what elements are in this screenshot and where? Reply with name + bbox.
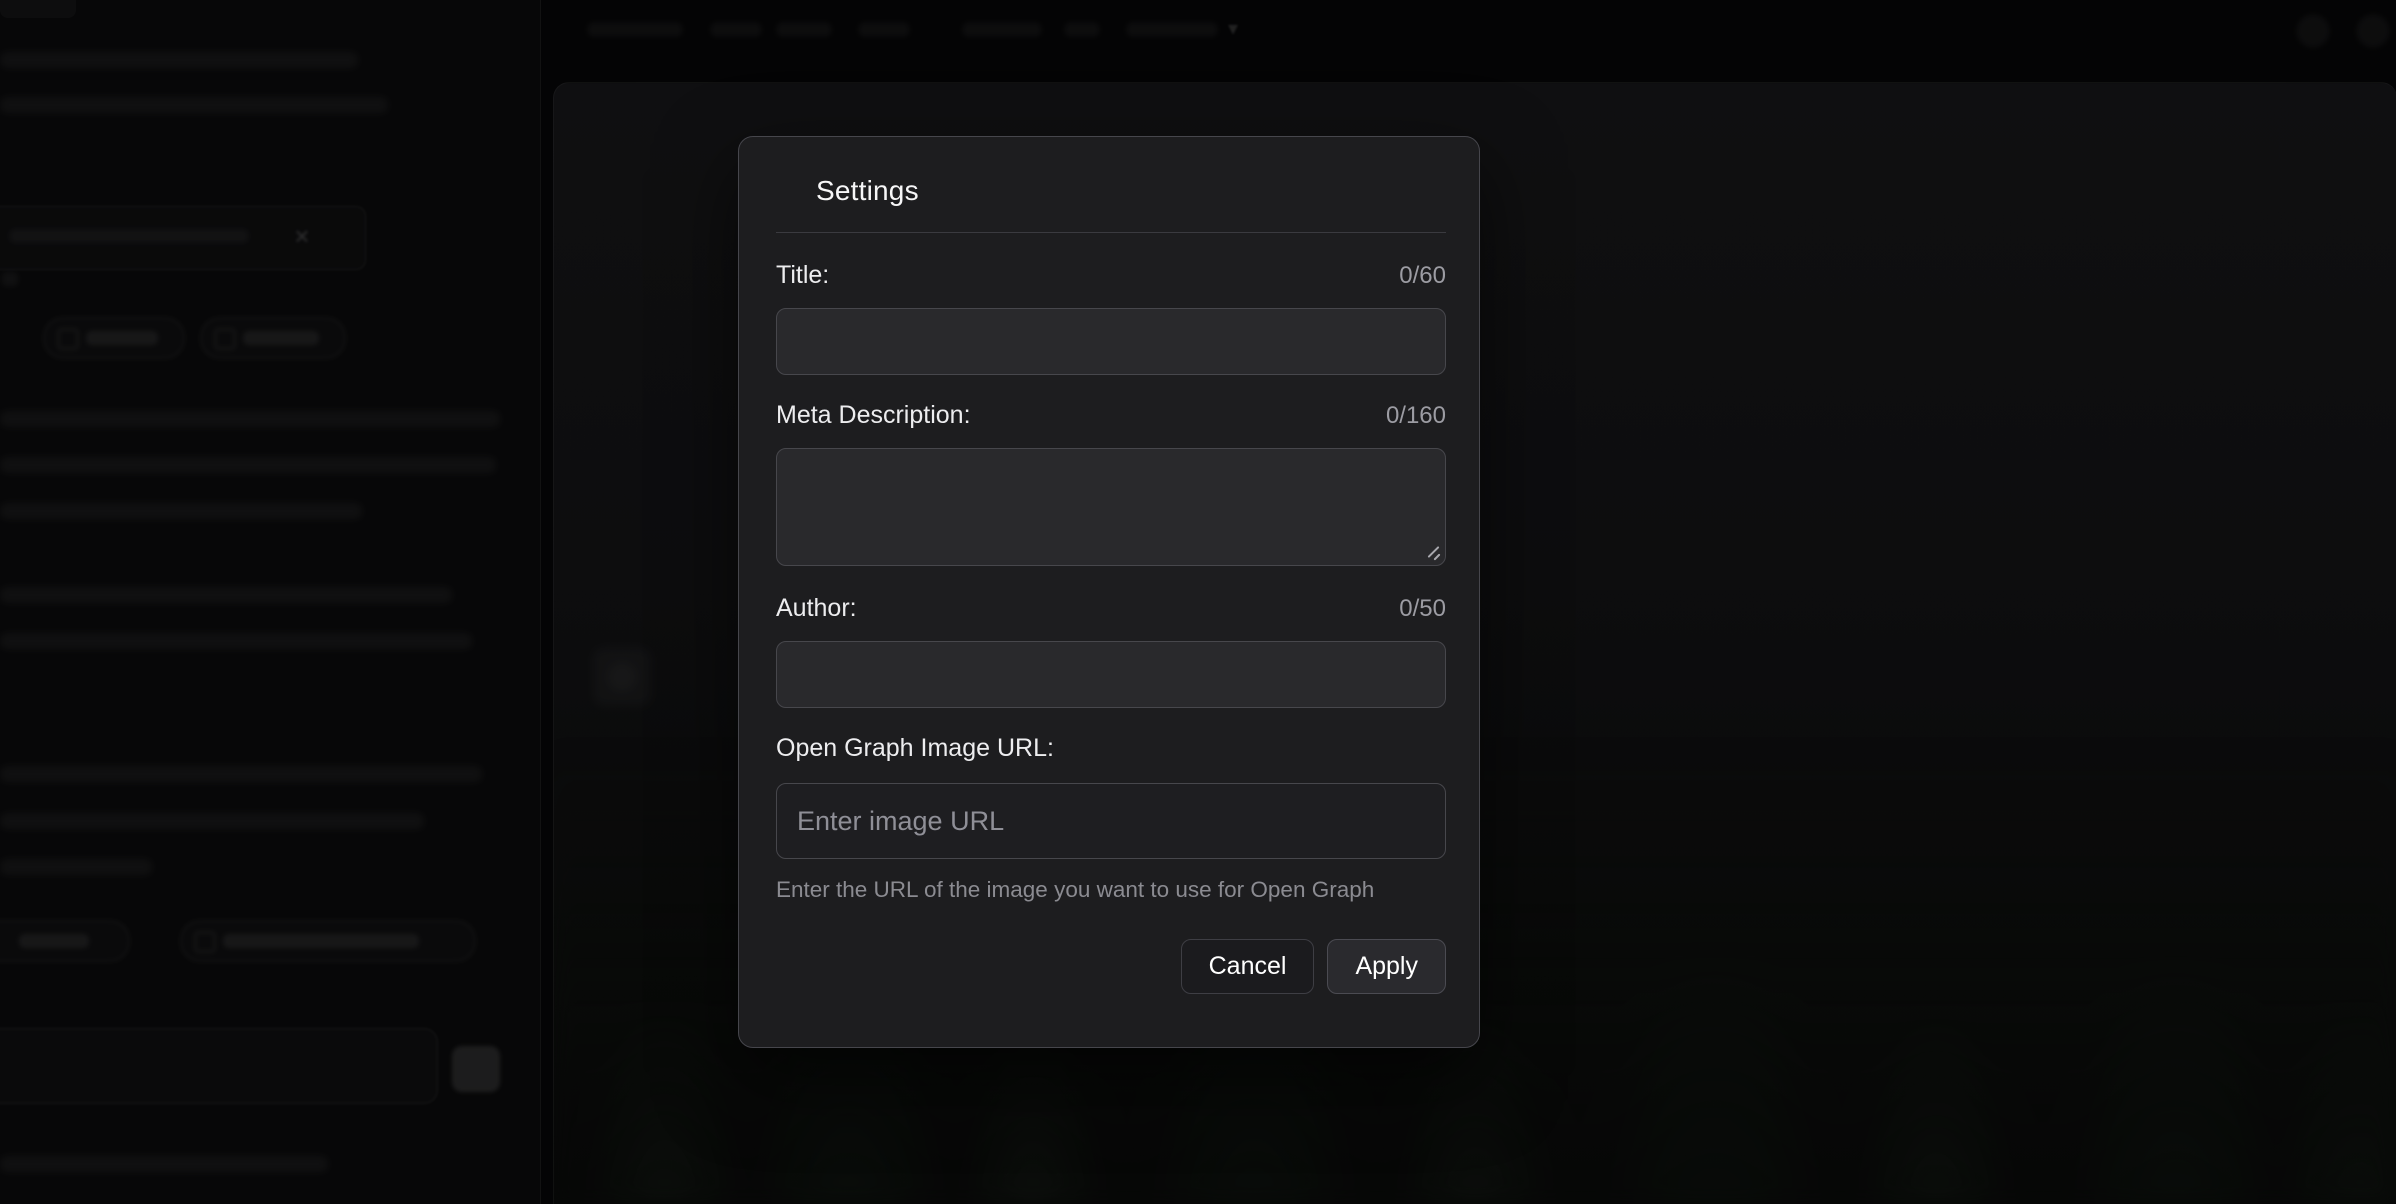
- settings-dialog: Settings Title: 0/60 Meta Description: 0…: [738, 136, 1480, 1048]
- dialog-title: Settings: [816, 175, 1446, 207]
- author-counter: 0/50: [1399, 595, 1446, 623]
- meta-description-field-row: Meta Description: 0/160: [776, 401, 1446, 430]
- meta-description-counter: 0/160: [1386, 402, 1446, 430]
- app-window: ×: [0, 0, 2396, 1204]
- meta-description-label: Meta Description:: [776, 401, 971, 430]
- apply-button[interactable]: Apply: [1327, 939, 1446, 994]
- og-image-helper-text: Enter the URL of the image you want to u…: [776, 877, 1446, 903]
- og-image-label: Open Graph Image URL:: [776, 734, 1054, 763]
- meta-description-textarea[interactable]: [776, 448, 1446, 566]
- author-label: Author:: [776, 594, 857, 623]
- title-input[interactable]: [776, 308, 1446, 375]
- title-label: Title:: [776, 261, 829, 290]
- cancel-button[interactable]: Cancel: [1181, 939, 1315, 994]
- og-image-url-input[interactable]: [776, 783, 1446, 859]
- title-counter: 0/60: [1399, 262, 1446, 290]
- author-input[interactable]: [776, 641, 1446, 708]
- meta-description-wrap: [776, 448, 1446, 566]
- divider: [776, 232, 1446, 233]
- author-field-row: Author: 0/50: [776, 594, 1446, 623]
- og-image-field-row: Open Graph Image URL:: [776, 734, 1446, 763]
- dialog-actions: Cancel Apply: [776, 939, 1446, 994]
- title-field-row: Title: 0/60: [776, 261, 1446, 290]
